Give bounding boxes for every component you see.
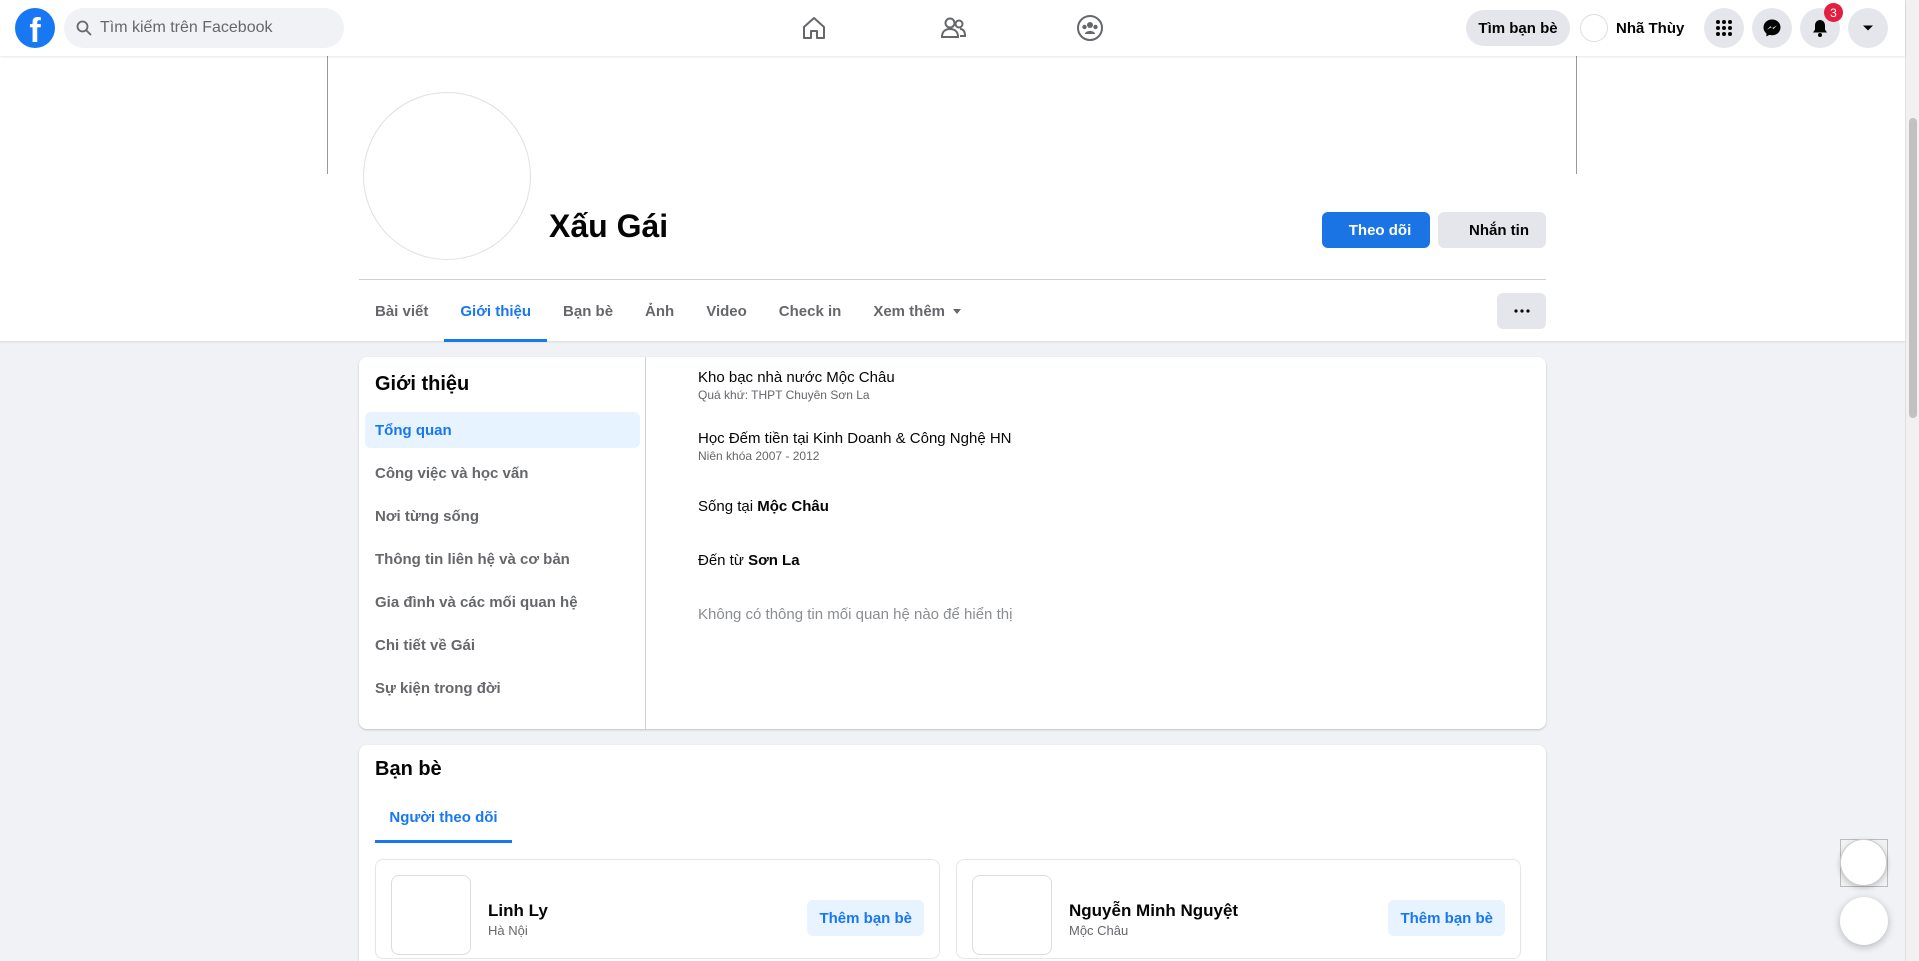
tab-photos[interactable]: Ảnh xyxy=(629,282,690,340)
divider xyxy=(359,279,1546,280)
profile-name: Xấu Gái xyxy=(549,208,669,244)
work-info: Kho bạc nhà nước Mộc Châu Quá khứ: THPT … xyxy=(698,369,895,402)
tab-about[interactable]: Giới thiệu xyxy=(444,282,547,342)
add-friend-button[interactable]: Thêm bạn bè xyxy=(807,900,924,936)
tab-see-more-label: Xem thêm xyxy=(873,302,946,320)
about-card: Giới thiệu Tổng quan Công việc và học vấ… xyxy=(359,357,1546,729)
current-city-info: Sống tại Mộc Châu xyxy=(698,498,829,516)
profile-avatar[interactable] xyxy=(363,92,531,260)
lives-in-place[interactable]: Mộc Châu xyxy=(757,498,829,515)
notification-badge: 3 xyxy=(1824,3,1843,22)
more-options-button[interactable] xyxy=(1497,293,1546,329)
scrollbar[interactable] xyxy=(1905,0,1919,961)
friend-location: Mộc Châu xyxy=(1069,923,1129,938)
home-icon[interactable] xyxy=(794,8,834,48)
caret-down-icon xyxy=(1863,25,1873,31)
tab-posts[interactable]: Bài viết xyxy=(359,282,444,340)
friends-card: Bạn bè Người theo dõi Linh Ly Hà Nội Thê… xyxy=(359,745,1546,961)
facebook-logo-icon[interactable]: f xyxy=(15,8,55,48)
friend-avatar[interactable] xyxy=(391,875,471,955)
message-button[interactable]: Nhắn tin xyxy=(1438,212,1546,248)
about-title: Giới thiệu xyxy=(375,373,470,395)
grid-icon xyxy=(1716,20,1732,36)
groups-icon[interactable] xyxy=(1070,8,1110,48)
list-item: Linh Ly Hà Nội Thêm bạn bè xyxy=(375,859,940,959)
tab-check-in[interactable]: Check in xyxy=(763,282,858,340)
avatar xyxy=(1580,14,1608,42)
friend-location: Hà Nội xyxy=(488,923,528,938)
hometown-info: Đến từ Sơn La xyxy=(698,552,800,570)
ellipsis-icon xyxy=(1513,309,1530,313)
tab-friends[interactable]: Bạn bè xyxy=(547,282,629,340)
friends-icon[interactable] xyxy=(933,8,973,48)
about-nav-overview[interactable]: Tổng quan xyxy=(365,412,640,448)
list-item: Nguyễn Minh Nguyệt Mộc Châu Thêm bạn bè xyxy=(956,859,1521,959)
education-info: Học Đếm tiền tại Kinh Doanh & Công Nghệ … xyxy=(698,430,1012,463)
friend-name[interactable]: Nguyễn Minh Nguyệt xyxy=(1069,901,1238,921)
relationship-info: Không có thông tin mối quan hệ nào để hi… xyxy=(698,606,1013,623)
search-icon xyxy=(76,20,92,36)
friends-title: Bạn bè xyxy=(375,758,442,780)
friend-avatar[interactable] xyxy=(972,875,1052,955)
menu-grid-button[interactable] xyxy=(1704,8,1744,48)
add-friend-button[interactable]: Thêm bạn bè xyxy=(1388,900,1505,936)
follow-button[interactable]: Theo dõi xyxy=(1322,212,1430,248)
find-friends-button[interactable]: Tìm bạn bè xyxy=(1466,10,1570,46)
search-box[interactable] xyxy=(64,8,344,48)
scrollbar-thumb[interactable] xyxy=(1909,118,1917,418)
messenger-button[interactable] xyxy=(1752,8,1792,48)
friend-name[interactable]: Linh Ly xyxy=(488,901,548,921)
profile-tabs: Bài viết Giới thiệu Bạn bè Ảnh Video Che… xyxy=(359,282,977,342)
search-input[interactable] xyxy=(100,19,330,37)
tab-videos[interactable]: Video xyxy=(690,282,763,340)
about-sidebar: Giới thiệu Tổng quan Công việc và học vấ… xyxy=(359,357,646,729)
from-place[interactable]: Sơn La xyxy=(748,552,800,569)
user-profile-chip[interactable]: Nhã Thùy xyxy=(1580,10,1684,46)
lives-in-label: Sống tại xyxy=(698,498,758,515)
about-nav-work-education[interactable]: Công việc và học vấn xyxy=(365,455,640,491)
cover-photo-edge xyxy=(327,56,328,174)
about-nav-family-relationships[interactable]: Gia đình và các mối quan hệ xyxy=(365,584,640,620)
education-years: Niên khóa 2007 - 2012 xyxy=(698,449,820,463)
top-navbar: f Tìm bạn bè Nhã Thùy 3 xyxy=(0,0,1905,56)
account-menu-button[interactable] xyxy=(1848,8,1888,48)
user-name: Nhã Thùy xyxy=(1616,19,1685,37)
work-place[interactable]: Kho bạc nhà nước Mộc Châu xyxy=(698,369,895,386)
caret-down-icon xyxy=(953,308,962,314)
about-nav-contact-basic-info[interactable]: Thông tin liên hệ và cơ bản xyxy=(365,541,640,577)
bell-icon xyxy=(1813,20,1827,37)
from-label: Đến từ xyxy=(698,552,749,569)
new-message-button[interactable] xyxy=(1840,897,1888,945)
about-nav-life-events[interactable]: Sự kiện trong đời xyxy=(365,670,640,706)
chat-head-avatar[interactable] xyxy=(1840,839,1887,886)
education-school[interactable]: Học Đếm tiền tại Kinh Doanh & Công Nghệ … xyxy=(698,430,1012,447)
about-nav-places-lived[interactable]: Nơi từng sống xyxy=(365,498,640,534)
work-past: Quá khứ: THPT Chuyên Sơn La xyxy=(698,388,870,402)
about-nav-details[interactable]: Chi tiết về Gái xyxy=(365,627,640,663)
messenger-icon xyxy=(1763,19,1781,37)
profile-header: Xấu Gái Theo dõi Nhắn tin Bài viết Giới … xyxy=(0,56,1905,342)
tab-see-more[interactable]: Xem thêm xyxy=(857,282,977,340)
cover-photo-edge xyxy=(1576,56,1577,174)
notifications-button[interactable]: 3 xyxy=(1800,3,1843,48)
about-nav: Tổng quan Công việc và học vấn Nơi từng … xyxy=(365,412,640,713)
tab-followers[interactable]: Người theo dõi xyxy=(375,795,512,843)
